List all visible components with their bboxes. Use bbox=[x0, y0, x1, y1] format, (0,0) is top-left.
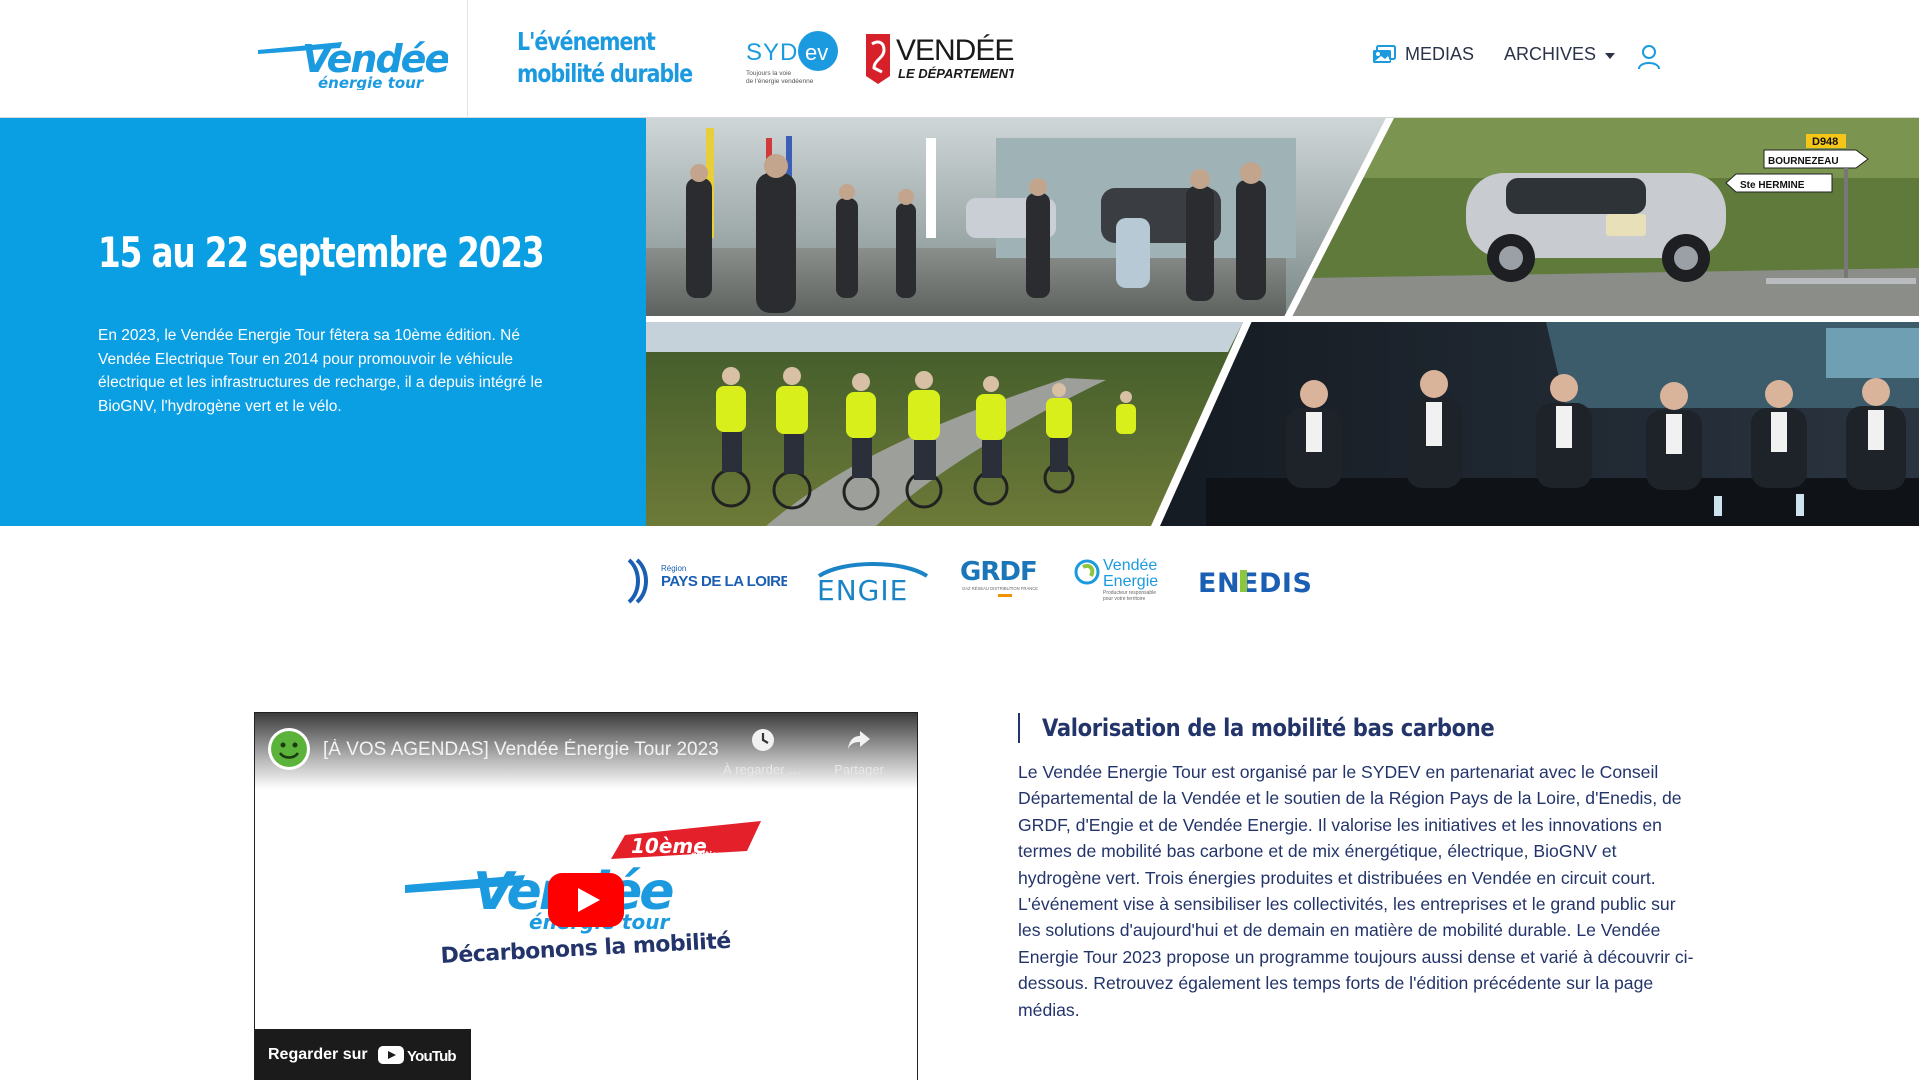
article-heading-block: Valorisation de la mobilité bas carbone bbox=[1018, 713, 1556, 743]
hero-section: 15 au 22 septembre 2023 En 2023, le Vend… bbox=[0, 118, 1919, 526]
channel-avatar[interactable] bbox=[267, 727, 311, 771]
article-body: Le Vendée Energie Tour est organisé par … bbox=[1018, 762, 1694, 1020]
vendee-energie-tour-logo[interactable]: Vendée énergie tour énergie tour bbox=[258, 28, 708, 92]
tagline-line-1: L'événement bbox=[517, 27, 656, 56]
hero-photo-collage: D948 BOURNEZEAU Ste HERMINE bbox=[646, 118, 1919, 526]
road-sign-town-2: Ste HERMINE bbox=[1740, 180, 1805, 191]
partner-grdf[interactable]: GRDF GAZ RÉSEAU DISTRIBUTION FRANCE bbox=[960, 554, 1050, 609]
share-arrow-icon bbox=[848, 731, 870, 749]
nav-archives-dropdown[interactable]: ARCHIVES bbox=[1504, 44, 1616, 65]
partner-engie[interactable]: ENGIE bbox=[813, 558, 933, 613]
article-title: Valorisation de la mobilité bas carbone bbox=[1042, 714, 1495, 742]
svg-text:YouTube: YouTube bbox=[407, 1048, 456, 1065]
svg-text:énergie tour: énergie tour bbox=[318, 74, 425, 90]
event-intro-text: En 2023, le Vendée Energie Tour fêtera s… bbox=[98, 327, 543, 415]
svg-text:ENGIE: ENGIE bbox=[817, 574, 908, 607]
youtube-video-embed[interactable]: [À VOS AGENDAS] Vendée Énergie Tour 2023… bbox=[254, 712, 918, 1080]
nav-medias-label: MEDIAS bbox=[1405, 44, 1475, 64]
svg-text:de l'énergie vendéenne: de l'énergie vendéenne bbox=[746, 78, 814, 85]
header-tagline: L'événement mobilité durable bbox=[517, 26, 693, 90]
user-icon bbox=[1638, 45, 1660, 70]
road-sign-number: D948 bbox=[1812, 136, 1838, 148]
svg-text:Energie: Energie bbox=[1103, 573, 1158, 590]
svg-text:GRDF: GRDF bbox=[960, 557, 1037, 587]
share-button[interactable]: Partager bbox=[819, 727, 899, 777]
site-header: Vendée énergie tour énergie tour L'événe… bbox=[0, 0, 1919, 118]
watch-later-label: À regarder plus tard bbox=[723, 762, 803, 777]
vendee-departement-logo[interactable]: VENDÉE LE DÉPARTEMENT bbox=[864, 30, 1017, 86]
svg-text:PAYS DE LA LOIRE: PAYS DE LA LOIRE bbox=[661, 573, 787, 590]
smiley-channel-icon bbox=[268, 728, 310, 770]
svg-text:pour votre territoire: pour votre territoire bbox=[1103, 596, 1145, 602]
hero-intro-panel: 15 au 22 septembre 2023 En 2023, le Vend… bbox=[0, 118, 646, 526]
partner-vendee-energie[interactable]: Vendée Energie Producteur responsable po… bbox=[1073, 554, 1177, 615]
video-title[interactable]: [À VOS AGENDAS] Vendée Énergie Tour 2023 bbox=[323, 739, 723, 761]
svg-text:Vendée: Vendée bbox=[1103, 557, 1157, 574]
art-slogan: Décarbonons la mobilité bbox=[440, 929, 731, 969]
svg-text:SYD: SYD bbox=[746, 39, 798, 66]
photo-panel-discussion bbox=[1157, 322, 1919, 526]
play-button[interactable] bbox=[548, 873, 624, 927]
youtube-play-icon bbox=[548, 873, 624, 927]
header-divider bbox=[467, 0, 468, 118]
watch-on-label: Regarder sur bbox=[268, 1046, 368, 1063]
svg-text:GAZ RÉSEAU DISTRIBUTION FRANCE: GAZ RÉSEAU DISTRIBUTION FRANCE bbox=[962, 586, 1038, 591]
road-sign-town-1: BOURNEZEAU bbox=[1768, 156, 1839, 167]
svg-text:ev: ev bbox=[805, 40, 828, 65]
nav-archives-label: ARCHIVES bbox=[1504, 44, 1597, 64]
clock-icon bbox=[752, 729, 774, 751]
nav-medias[interactable]: MEDIAS bbox=[1372, 44, 1474, 65]
event-dates: 15 au 22 septembre 2023 bbox=[98, 228, 545, 277]
sydev-logo[interactable]: SYD ev Toujours la voie de l'énergie ven… bbox=[744, 30, 848, 88]
watch-on-youtube-button[interactable]: Regarder sur YouTube bbox=[255, 1029, 471, 1080]
svg-text:Toujours la voie: Toujours la voie bbox=[746, 70, 792, 77]
badge-edition: édition bbox=[691, 849, 723, 859]
vendee-title: VENDÉE bbox=[896, 34, 1013, 67]
svg-text:ENEDIS: ENEDIS bbox=[1198, 568, 1312, 599]
youtube-logo-icon: YouTube bbox=[377, 1046, 456, 1065]
photo-cyclists bbox=[646, 322, 1243, 526]
partner-enedis[interactable]: ENEDIS bbox=[1198, 562, 1312, 607]
media-gallery-icon bbox=[1373, 44, 1396, 63]
chevron-down-icon bbox=[1605, 52, 1616, 59]
tagline-line-2: mobilité durable bbox=[517, 59, 693, 88]
photo-outdoor-gathering bbox=[646, 118, 1388, 316]
watch-later-button[interactable]: À regarder plus tard bbox=[723, 727, 803, 777]
svg-text:Région: Région bbox=[661, 564, 686, 573]
photo-electric-car: D948 BOURNEZEAU Ste HERMINE bbox=[1286, 118, 1919, 316]
vendee-subtitle: LE DÉPARTEMENT bbox=[898, 66, 1014, 81]
partner-region-pays-de-la-loire[interactable]: Région PAYS DE LA LOIRE bbox=[627, 556, 791, 611]
user-account-button[interactable] bbox=[1637, 44, 1661, 70]
partners-strip: Région PAYS DE LA LOIRE ENGIE GRDF GAZ R… bbox=[0, 526, 1919, 636]
share-label: Partager bbox=[834, 762, 884, 777]
